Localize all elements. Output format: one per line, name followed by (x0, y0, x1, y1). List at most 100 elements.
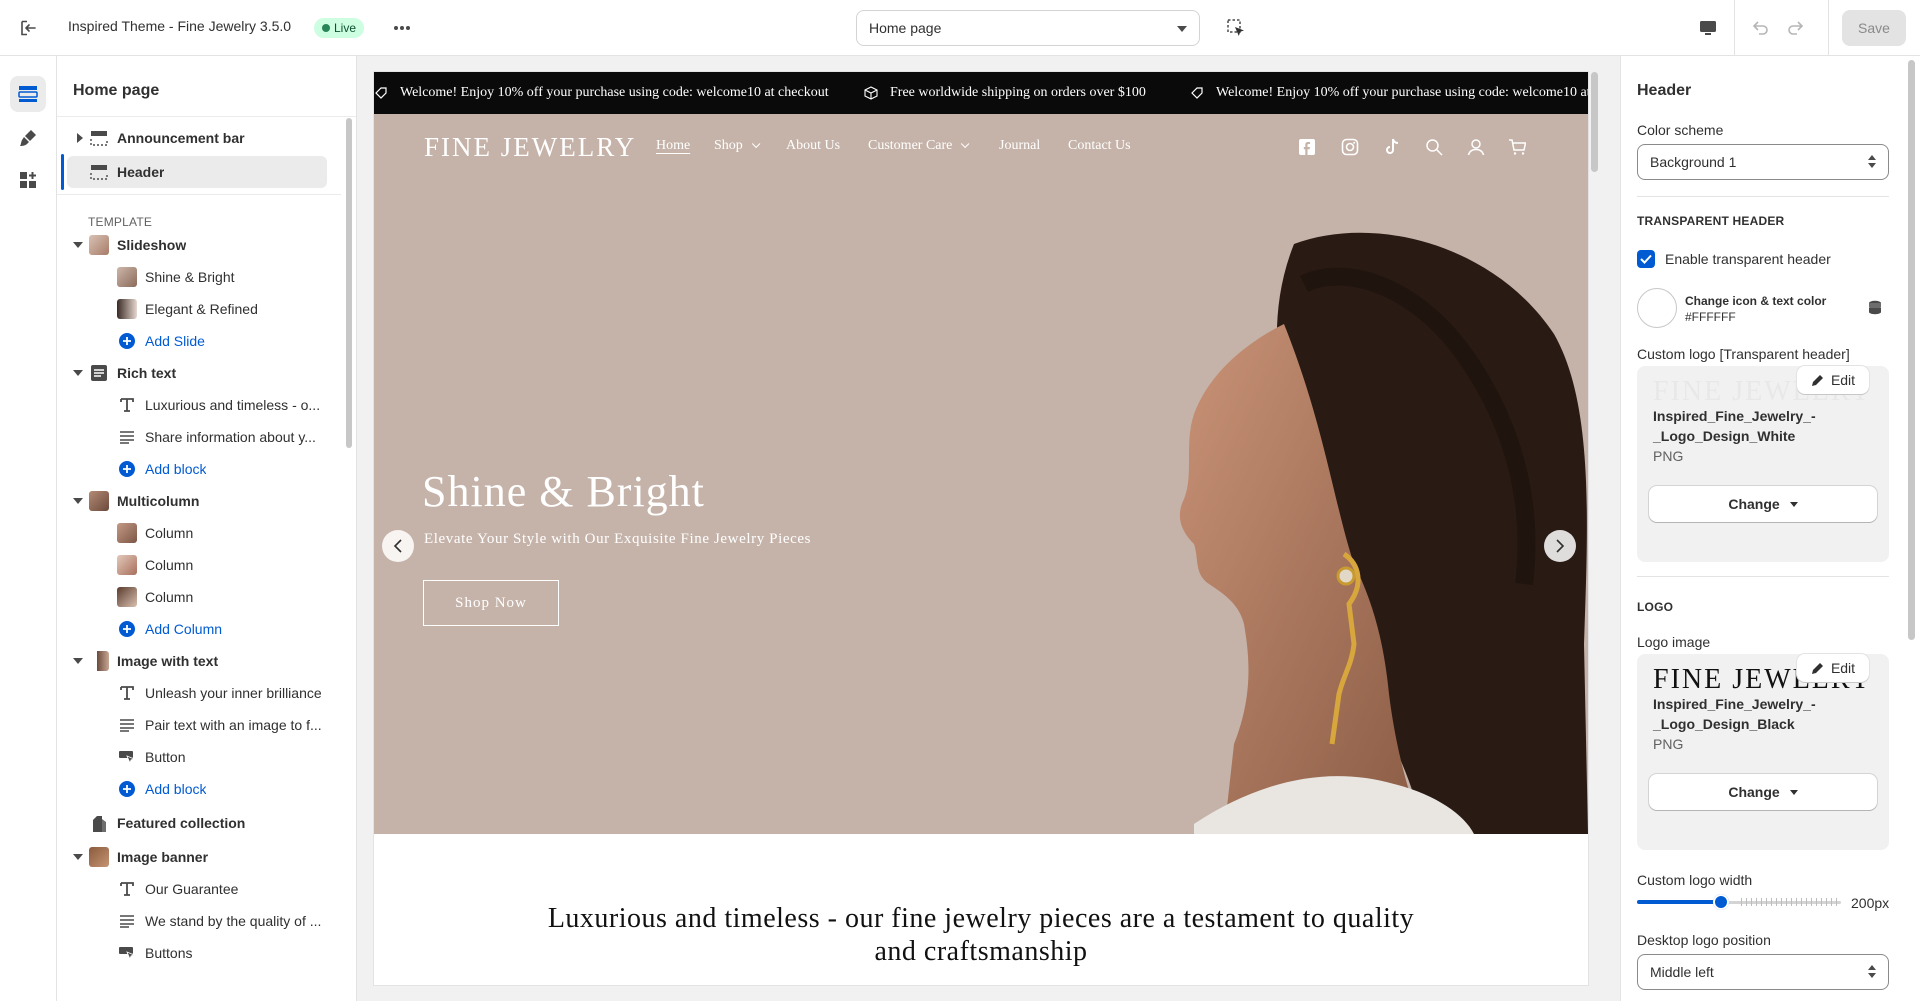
nav-link-customer-care[interactable]: Customer Care (868, 138, 970, 154)
section-label: Image with text (117, 653, 219, 669)
section-announcement-bar[interactable]: Announcement bar (57, 122, 341, 154)
block-label: Column (145, 557, 194, 573)
sections-sidebar: Home page Announcement bar Header TEMPLA… (57, 56, 357, 1001)
block-button[interactable]: Button (57, 741, 341, 773)
block-column[interactable]: Column (57, 517, 341, 549)
block-label: Column (145, 525, 194, 541)
search-icon[interactable] (1424, 137, 1444, 157)
desktop-logo-position-select[interactable]: Middle left (1637, 954, 1889, 990)
block-heading[interactable]: Luxurious and timeless - o... (57, 389, 341, 421)
block-heading[interactable]: Unleash your inner brilliance (57, 677, 341, 709)
cart-icon[interactable] (1507, 137, 1527, 157)
chevron-down-icon[interactable] (73, 240, 83, 250)
block-text[interactable]: Share information about y... (57, 421, 341, 453)
block-text[interactable]: We stand by the quality of ... (57, 905, 341, 937)
section-featured-collection[interactable]: Featured collection (57, 805, 341, 841)
block-heading[interactable]: Our Guarantee (57, 873, 341, 905)
paragraph-icon (117, 911, 137, 931)
selection-indicator (61, 154, 64, 190)
slide-prev-arrow-icon[interactable] (382, 530, 414, 562)
block-label: Shine & Bright (145, 269, 235, 285)
icon-text-color-swatch[interactable] (1637, 288, 1677, 328)
section-header[interactable]: Header (67, 156, 327, 188)
section-label: Announcement bar (117, 130, 245, 146)
undo-icon[interactable] (1746, 14, 1774, 42)
block-column[interactable]: Column (57, 581, 341, 613)
divider (1828, 0, 1829, 56)
shop-now-button[interactable]: Shop Now (423, 580, 559, 626)
account-icon[interactable] (1466, 137, 1486, 157)
custom-logo-width-slider[interactable] (1637, 894, 1841, 910)
enable-transparent-checkbox[interactable] (1637, 250, 1655, 268)
chevron-down-icon[interactable] (73, 656, 83, 666)
chevron-down-icon[interactable] (73, 852, 83, 862)
block-slide[interactable]: Shine & Bright (57, 261, 341, 293)
announcement-message: Free worldwide shipping on orders over $… (864, 85, 1146, 101)
preview-scrollbar[interactable] (1591, 72, 1598, 172)
edit-logo-button[interactable]: Edit (1797, 366, 1869, 394)
column-thumbnail (117, 523, 137, 543)
transparent-logo-card: FINE JEWELRY Edit Inspired_Fine_Jewelry_… (1637, 366, 1889, 562)
sections-icon[interactable] (10, 76, 46, 112)
divider (1734, 0, 1735, 56)
exit-icon[interactable] (14, 14, 42, 42)
add-block-button[interactable]: Add block (57, 773, 341, 805)
app-embeds-icon[interactable] (10, 162, 46, 198)
block-label: Luxurious and timeless - o... (145, 397, 321, 413)
redo-icon[interactable] (1782, 14, 1810, 42)
facebook-icon[interactable] (1297, 137, 1317, 157)
edit-logo-button[interactable]: Edit (1797, 654, 1869, 682)
live-badge: Live (314, 18, 365, 38)
block-slide[interactable]: Elegant & Refined (57, 293, 341, 325)
header-section-icon (89, 162, 109, 182)
add-slide-button[interactable]: Add Slide (57, 325, 341, 357)
page-select[interactable]: Home page (856, 10, 1200, 46)
section-rich-text[interactable]: Rich text (57, 357, 341, 389)
block-column[interactable]: Column (57, 549, 341, 581)
chevron-down-icon[interactable] (73, 368, 83, 378)
settings-title: Header (1637, 82, 1692, 99)
nav-link-journal[interactable]: Journal (999, 138, 1040, 154)
database-icon[interactable] (1867, 300, 1887, 320)
add-block-button[interactable]: Add block (57, 453, 341, 485)
storefront-preview[interactable]: Welcome! Enjoy 10% off your purchase usi… (374, 72, 1588, 985)
settings-scrollbar[interactable] (1908, 60, 1915, 640)
chevron-down-icon (1177, 26, 1187, 32)
nav-label: Customer Care (868, 138, 953, 153)
block-label: Elegant & Refined (145, 301, 258, 317)
save-button[interactable]: Save (1842, 10, 1906, 46)
block-buttons[interactable]: Buttons (57, 937, 341, 969)
instagram-icon[interactable] (1340, 137, 1360, 157)
theme-settings-brush-icon[interactable] (10, 120, 46, 156)
add-column-button[interactable]: Add Column (57, 613, 341, 645)
logo-heading: LOGO (1637, 600, 1674, 614)
nav-link-home[interactable]: Home (656, 138, 690, 154)
slide-next-arrow-icon[interactable] (1544, 530, 1576, 562)
inspect-select-icon[interactable] (1222, 14, 1250, 42)
site-logo[interactable]: FINE JEWELRY (424, 132, 636, 163)
custom-logo-label: Custom logo [Transparent header] (1637, 346, 1850, 362)
tiktok-icon[interactable] (1382, 137, 1402, 157)
color-scheme-select[interactable]: Background 1 (1637, 144, 1889, 180)
section-multicolumn[interactable]: Multicolumn (57, 485, 341, 517)
slider-handle[interactable] (1713, 894, 1729, 910)
block-text[interactable]: Pair text with an image to f... (57, 709, 341, 741)
nav-link-shop[interactable]: Shop (714, 138, 761, 154)
more-actions-icon[interactable] (388, 14, 416, 42)
section-image-banner[interactable]: Image banner (57, 841, 341, 873)
sidebar-scrollbar[interactable] (346, 118, 352, 448)
block-label: Share information about y... (145, 429, 316, 445)
section-header-wrap: Header (57, 154, 341, 190)
chevron-down-icon[interactable] (73, 496, 83, 506)
nav-link-about[interactable]: About Us (786, 138, 840, 154)
tag-icon (1190, 86, 1204, 100)
plus-circle-icon (117, 331, 137, 351)
change-transparent-logo-button[interactable]: Change (1649, 486, 1877, 522)
announcement-bar[interactable]: Welcome! Enjoy 10% off your purchase usi… (374, 72, 1588, 114)
desktop-preview-icon[interactable] (1694, 14, 1722, 42)
section-slideshow[interactable]: Slideshow (57, 229, 341, 261)
section-image-with-text[interactable]: Image with text (57, 645, 341, 677)
nav-link-contact[interactable]: Contact Us (1068, 138, 1131, 154)
change-logo-button[interactable]: Change (1649, 774, 1877, 810)
chevron-right-icon[interactable] (75, 133, 85, 143)
